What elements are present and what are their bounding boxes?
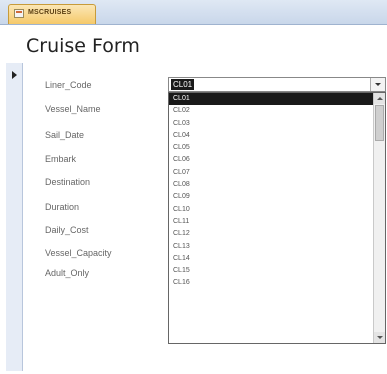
dropdown-option[interactable]: CL15	[169, 265, 374, 277]
label-sail-date: Sail_Date	[45, 130, 85, 140]
liner-code-dropdown-list[interactable]: CL01 CL02 CL03 CL04 CL05 CL06 CL07 CL08 CL09 CL10…	[168, 92, 386, 344]
dropdown-option[interactable]: CL14	[169, 253, 374, 265]
label-embark: Embark	[45, 154, 77, 164]
current-record-arrow-icon	[12, 71, 17, 79]
tab-label: MSCRUISES	[28, 9, 72, 16]
label-vessel-name: Vessel_Name	[45, 104, 101, 114]
dropdown-option[interactable]: CL13	[169, 241, 374, 253]
label-duration: Duration	[45, 202, 80, 212]
dropdown-option[interactable]: CL08	[169, 179, 374, 191]
dropdown-option[interactable]: CL12	[169, 228, 374, 240]
dropdown-option[interactable]: CL09	[169, 191, 374, 203]
record-selector[interactable]	[6, 63, 23, 371]
label-destination: Destination	[45, 177, 91, 187]
document-tab-strip: MSCRUISES	[0, 0, 387, 25]
label-vessel-capacity: Vessel_Capacity	[45, 248, 112, 258]
dropdown-option[interactable]: CL02	[169, 105, 374, 117]
scroll-down-icon[interactable]	[374, 332, 385, 343]
dropdown-option[interactable]: CL16	[169, 277, 374, 289]
scroll-up-icon[interactable]	[374, 93, 385, 104]
dropdown-option[interactable]: CL04	[169, 130, 374, 142]
dropdown-option[interactable]: CL07	[169, 167, 374, 179]
liner-code-combobox[interactable]: CL01	[168, 77, 386, 92]
dropdown-option[interactable]: CL01	[169, 93, 374, 106]
label-adult-only: Adult_Only	[45, 268, 90, 278]
dropdown-option[interactable]: CL11	[169, 216, 374, 228]
chevron-down-icon[interactable]	[370, 78, 385, 91]
dropdown-option[interactable]: CL06	[169, 154, 374, 166]
scrollbar-thumb[interactable]	[375, 105, 384, 141]
form-icon	[14, 9, 24, 18]
dropdown-option[interactable]: CL03	[169, 118, 374, 130]
dropdown-option[interactable]: CL05	[169, 142, 374, 154]
liner-code-value[interactable]: CL01	[171, 79, 195, 90]
dropdown-option[interactable]: CL10	[169, 204, 374, 216]
label-daily-cost: Daily_Cost	[45, 225, 89, 235]
dropdown-scrollbar[interactable]	[373, 93, 385, 343]
tab-mscruises[interactable]: MSCRUISES	[8, 4, 96, 24]
dropdown-options: CL01 CL02 CL03 CL04 CL05 CL06 CL07 CL08 CL09 CL10…	[169, 93, 374, 290]
form-title: Cruise Form	[26, 35, 140, 57]
label-liner-code: Liner_Code	[45, 80, 92, 90]
